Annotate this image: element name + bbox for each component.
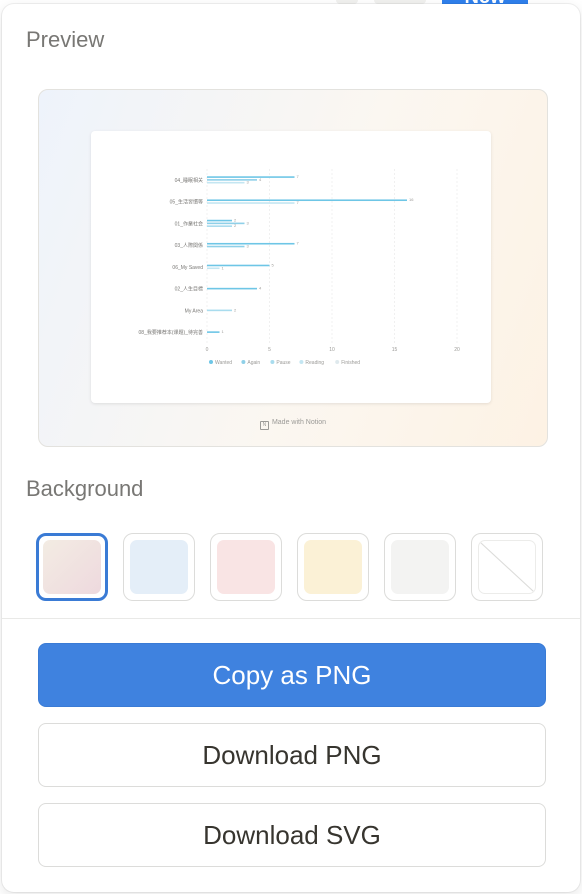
download-png-button[interactable]: Download PNG (38, 723, 546, 787)
bar (207, 309, 232, 312)
bar (207, 242, 295, 245)
background-swatch-blue[interactable] (123, 533, 195, 601)
legend-label: Pause (276, 360, 290, 366)
data-label: 1 (222, 329, 225, 334)
swatch-color (391, 540, 449, 594)
y-tick-label: 04_睡眠相关 (175, 177, 203, 184)
background-swatch-warm[interactable] (36, 533, 108, 601)
data-label: 2 (234, 218, 237, 223)
no-background-icon (480, 542, 534, 592)
legend-label: Reading (305, 360, 324, 366)
legend-marker (241, 360, 246, 364)
legend-label: Wanted (215, 360, 232, 366)
background-swatch-none[interactable] (471, 533, 543, 601)
bar (207, 331, 220, 333)
data-label: 5 (272, 262, 275, 267)
data-label: 3 (247, 220, 250, 225)
export-chart-popup: Preview 0 5 10 15 20 04_睡眠相关 7 4 3 05_生活習慣等 16 7 01_… (2, 4, 580, 892)
bar (207, 202, 295, 204)
data-label: 4 (259, 286, 262, 291)
chart-card: 0 5 10 15 20 04_睡眠相关 7 4 3 05_生活習慣等 16 7 01_作業社会 2 3 2 0… (91, 131, 491, 403)
download-svg-button[interactable]: Download SVG (38, 803, 546, 867)
data-label: 7 (297, 174, 300, 179)
made-with-text: Made with Notion (271, 419, 327, 426)
legend-marker (209, 360, 213, 364)
x-tick-label: 20 (454, 347, 460, 353)
chart-preview: 0 5 10 15 20 04_睡眠相关 7 4 3 05_生活習慣等 16 7 01_作業社会 2 3 2 0… (38, 89, 548, 447)
bar (207, 179, 257, 181)
legend-marker (335, 360, 340, 364)
background-swatch-pink[interactable] (210, 533, 282, 601)
y-tick-label: 03_人際関係 (175, 242, 203, 249)
x-tick-label: 15 (392, 347, 398, 353)
y-tick-label: 01_作業社会 (175, 220, 203, 227)
data-label: 7 (297, 241, 300, 246)
background-swatch-yellow[interactable] (297, 533, 369, 601)
legend-label: Finished (341, 360, 360, 366)
bar (207, 267, 220, 270)
swatch-color (43, 540, 101, 594)
swatch-color (304, 540, 362, 594)
bar (207, 176, 295, 178)
bar (207, 181, 245, 184)
y-tick-label: 08_我要推荐本(课题)_待完善 (139, 329, 203, 336)
bar (207, 225, 232, 227)
bar-chart: 0 5 10 15 2004_睡眠相关74305_生活習慣等 16701_作業社会2320… (139, 169, 460, 366)
x-tick-label: 10 (329, 347, 335, 353)
made-with-notion: N Made with Notion (39, 419, 547, 430)
divider (2, 618, 580, 619)
y-tick-label: 05_生活習慣等 (170, 199, 203, 206)
bar (207, 287, 257, 290)
y-tick-label: 02_人生目標 (175, 286, 203, 293)
swatch-color (217, 540, 275, 594)
bar (207, 245, 245, 248)
y-tick-label: 06_My Saved (172, 265, 203, 271)
bar (207, 264, 270, 267)
background-label: Background (26, 476, 144, 501)
data-label: 2 (234, 307, 237, 312)
data-label: 16 (409, 197, 414, 202)
swatch-color (478, 540, 536, 594)
legend-label: Again (247, 360, 260, 366)
x-tick-label: 0 (206, 347, 209, 353)
legend-marker (299, 360, 304, 364)
notion-logo-icon: N (259, 421, 269, 430)
x-tick-label: 5 (268, 347, 271, 353)
bar (207, 199, 407, 202)
y-tick-label: My Area (185, 308, 204, 314)
background-swatch-gray[interactable] (384, 533, 456, 601)
bar (207, 222, 245, 225)
legend-marker (270, 360, 275, 364)
swatch-color (130, 540, 188, 594)
preview-label: Preview (26, 27, 105, 52)
bar (207, 219, 232, 222)
copy-as-png-button[interactable]: Copy as PNG (38, 643, 546, 707)
